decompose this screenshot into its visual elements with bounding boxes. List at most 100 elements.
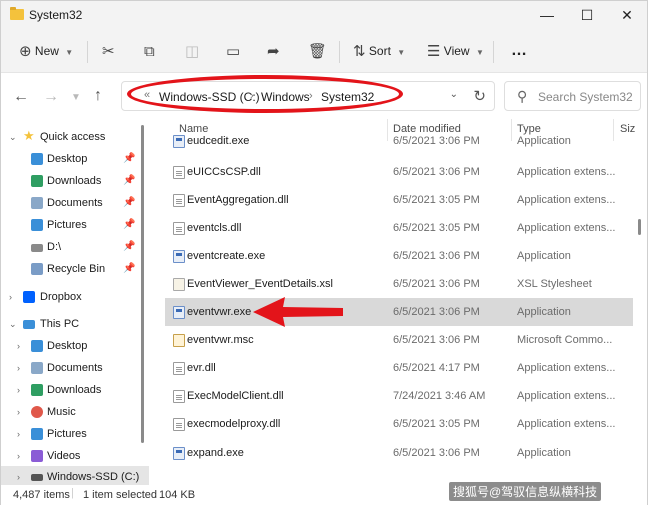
sidebar-item-pc-videos[interactable]: › Videos	[1, 445, 149, 467]
chevron-right-icon[interactable]: ›	[17, 445, 20, 467]
file-list-scrollbar-thumb[interactable]	[638, 219, 641, 235]
sidebar-scrollbar[interactable]	[141, 125, 145, 455]
sidebar-item-downloads[interactable]: Downloads 📌	[1, 170, 149, 192]
up-arrow-icon[interactable]: ↑	[94, 87, 102, 105]
pin-icon[interactable]: 📌	[123, 214, 135, 236]
maximize-icon[interactable]: ☐	[567, 1, 607, 29]
pin-icon[interactable]: 📌	[123, 170, 135, 192]
sidebar-item-d-drive[interactable]: D:\ 📌	[1, 236, 149, 258]
file-list: ⌃ Name Date modified Type Siz eudcedit.e…	[153, 119, 647, 483]
file-name: eudcedit.exe	[187, 135, 250, 147]
sort-icon: ⇅	[353, 42, 366, 60]
file-type: Application	[517, 135, 571, 147]
sidebar-item-label: D:\	[47, 241, 62, 253]
toolbar-divider	[87, 41, 88, 63]
file-type: Application	[517, 306, 571, 318]
file-type: Application extens...	[517, 194, 616, 206]
search-icon: ⚲	[517, 88, 528, 104]
file-name: eventvwr.msc	[187, 334, 254, 346]
back-arrow-icon[interactable]: ←	[13, 88, 29, 106]
chevron-down-icon[interactable]: ⌄	[9, 313, 17, 335]
sidebar-item-recycle-bin[interactable]: Recycle Bin 📌	[1, 258, 149, 280]
file-row[interactable]: EventViewer_EventDetails.xsl 6/5/2021 3:…	[165, 270, 633, 298]
file-list-scrollbar[interactable]	[638, 131, 642, 476]
file-date: 6/5/2021 3:06 PM	[393, 334, 480, 346]
delete-button[interactable]: 🗑	[308, 39, 327, 63]
file-row[interactable]: eventcreate.exe 6/5/2021 3:06 PM Applica…	[165, 242, 633, 270]
file-row-selected[interactable]: eventvwr.exe 6/5/2021 3:06 PM Applicatio…	[165, 298, 633, 326]
pin-icon[interactable]: 📌	[123, 192, 135, 214]
share-button[interactable]: ➦	[267, 39, 280, 63]
share-icon: ➦	[267, 42, 280, 60]
sidebar-item-pc-downloads[interactable]: › Downloads	[1, 379, 149, 401]
sidebar-item-label: Pictures	[47, 219, 87, 231]
view-button[interactable]: ☰ View ▼	[427, 39, 484, 63]
file-type: Application extens...	[517, 166, 616, 178]
file-row[interactable]: ExecModelClient.dll 7/24/2021 3:46 AM Ap…	[165, 382, 633, 410]
search-input[interactable]: Search System32	[538, 90, 633, 104]
chevron-right-icon[interactable]: ›	[17, 379, 20, 401]
pin-icon[interactable]: 📌	[123, 236, 135, 258]
file-row[interactable]: evr.dll 6/5/2021 4:17 PM Application ext…	[165, 354, 633, 382]
sort-ascending-icon: ⌃	[277, 119, 285, 125]
chevron-down-icon[interactable]: ⌄	[9, 126, 17, 148]
address-dropdown-icon[interactable]: ⌄	[450, 89, 458, 100]
file-row[interactable]: eudcedit.exe 6/5/2021 3:06 PM Applicatio…	[165, 131, 633, 155]
recent-chevron-icon[interactable]: ▼	[71, 92, 81, 103]
paste-button[interactable]: ◫	[185, 39, 199, 63]
chevron-right-icon[interactable]: ›	[17, 335, 20, 357]
file-row[interactable]: expand.exe 6/5/2021 3:06 PM Application	[165, 439, 633, 467]
sidebar-item-dropbox[interactable]: › Dropbox	[1, 286, 149, 308]
file-date: 6/5/2021 3:06 PM	[393, 306, 480, 318]
chevron-right-icon[interactable]: ›	[17, 401, 20, 423]
trash-icon: 🗑	[308, 42, 328, 60]
pointer-arrow-annotation	[253, 297, 343, 327]
file-type: Application extens...	[517, 418, 616, 430]
cut-button[interactable]: ✂	[102, 39, 115, 63]
file-date: 6/5/2021 3:05 PM	[393, 222, 480, 234]
pin-icon[interactable]: 📌	[123, 148, 135, 170]
more-options-button[interactable]: …	[511, 39, 527, 63]
sidebar-item-pc-desktop[interactable]: › Desktop	[1, 335, 149, 357]
window-title: System32	[29, 8, 83, 22]
close-icon[interactable]: ✕	[607, 1, 647, 29]
paste-icon: ◫	[185, 42, 200, 60]
sidebar-item-pc-documents[interactable]: › Documents	[1, 357, 149, 379]
file-date: 7/24/2021 3:46 AM	[393, 390, 486, 402]
new-button[interactable]: ⊕ New ▼	[19, 39, 73, 63]
chevron-right-icon[interactable]: ›	[17, 357, 20, 379]
file-explorer-window: System32 — ☐ ✕ ⊕ New ▼ ✂ ⧉ ◫ ▭ ➦ 🗑 ⇅ Sor…	[0, 0, 648, 505]
copy-button[interactable]: ⧉	[144, 39, 155, 63]
forward-arrow-icon[interactable]: →	[43, 88, 59, 106]
sidebar-item-pc-music[interactable]: › Music	[1, 401, 149, 423]
sidebar-scrollbar-thumb[interactable]	[141, 125, 144, 443]
exe-file-icon	[173, 135, 185, 148]
new-label: New	[34, 44, 59, 58]
exe-file-icon	[173, 447, 185, 460]
pin-icon[interactable]: 📌	[123, 258, 135, 280]
refresh-icon[interactable]: ↻	[473, 87, 486, 105]
file-row[interactable]: EventAggregation.dll 6/5/2021 3:05 PM Ap…	[165, 186, 633, 214]
file-row[interactable]: eventcls.dll 6/5/2021 3:05 PM Applicatio…	[165, 214, 633, 242]
sidebar-item-pc-pictures[interactable]: › Pictures	[1, 423, 149, 445]
file-name: eventvwr.exe	[187, 306, 252, 318]
file-type: Application extens...	[517, 222, 616, 234]
file-date: 6/5/2021 3:06 PM	[393, 135, 480, 147]
command-bar: ⊕ New ▼ ✂ ⧉ ◫ ▭ ➦ 🗑 ⇅ Sort ▼ ☰ View ▼ …	[1, 29, 647, 73]
chevron-right-icon[interactable]: ›	[17, 423, 20, 445]
file-date: 6/5/2021 3:06 PM	[393, 250, 480, 262]
rename-button[interactable]: ▭	[226, 39, 240, 63]
view-label: View	[443, 44, 470, 58]
sidebar-item-this-pc[interactable]: ⌄ This PC	[1, 313, 149, 335]
file-row[interactable]: eventvwr.msc 6/5/2021 3:06 PM Microsoft …	[165, 326, 633, 354]
search-box[interactable]: ⚲ Search System32	[504, 81, 641, 111]
minimize-icon[interactable]: —	[527, 1, 567, 29]
sidebar-item-pictures[interactable]: Pictures 📌	[1, 214, 149, 236]
sidebar-item-desktop[interactable]: Desktop 📌	[1, 148, 149, 170]
sidebar-item-documents[interactable]: Documents 📌	[1, 192, 149, 214]
sort-button[interactable]: ⇅ Sort ▼	[353, 39, 405, 63]
chevron-right-icon[interactable]: ›	[9, 286, 12, 308]
file-row[interactable]: eUICCsCSP.dll 6/5/2021 3:06 PM Applicati…	[165, 158, 633, 186]
file-row[interactable]: execmodelproxy.dll 6/5/2021 3:05 PM Appl…	[165, 410, 633, 438]
sidebar-item-quick-access[interactable]: ⌄ ★ Quick access	[1, 126, 149, 148]
